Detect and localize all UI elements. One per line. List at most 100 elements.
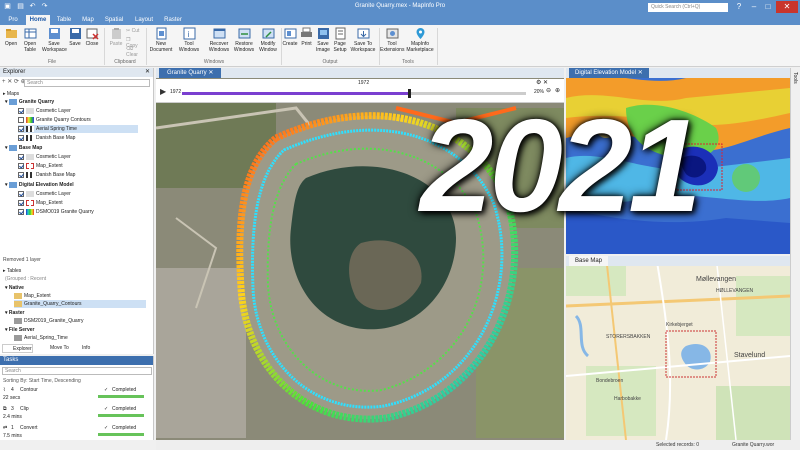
layer-item[interactable]: Cosmetic Layer: [18, 190, 71, 198]
raster-table-icon: [14, 334, 22, 341]
timeline-handle[interactable]: [408, 89, 411, 98]
dem-view-tabbar: Digital Elevation Model ✕: [566, 68, 790, 78]
table-folder-icon: [14, 300, 22, 307]
tool-windows-button[interactable]: i Tool Windows: [176, 27, 202, 53]
layer-item-selected[interactable]: Aerial Spring Time: [18, 125, 138, 133]
recover-windows-button[interactable]: Recover Windows: [207, 27, 231, 53]
layer-visibility-checkbox[interactable]: [18, 125, 24, 132]
layer-item[interactable]: Cosmetic Layer: [18, 153, 71, 161]
layer-item[interactable]: Danish Base Map: [18, 134, 75, 142]
layer-visibility-checkbox[interactable]: [18, 208, 24, 215]
timeline-settings-icon[interactable]: ⚙ ✕: [536, 79, 548, 86]
place-label: Bondebroen: [596, 378, 624, 384]
layer-visibility-checkbox[interactable]: [18, 162, 24, 169]
group-native[interactable]: ▾ Native: [5, 284, 24, 292]
open-table-button[interactable]: Open Table: [21, 27, 39, 53]
workspace-status: Granite Quarry.wor: [732, 442, 775, 448]
save-to-workspace-button[interactable]: Save To Workspace: [350, 27, 376, 53]
base-map-image: [566, 256, 790, 440]
tab-granite-quarry[interactable]: Granite Quarry ✕: [159, 68, 222, 78]
tasks-panel: Tasks Search Sorting By: Start Time, Des…: [0, 356, 154, 440]
open-button[interactable]: Open: [2, 27, 20, 47]
save-button[interactable]: Save: [68, 27, 82, 47]
paste-button[interactable]: Paste: [107, 27, 125, 47]
quick-search-input[interactable]: Quick Search (Ctrl+Q): [648, 3, 728, 12]
close-window-button[interactable]: ✕: [776, 1, 798, 13]
explorer-search-input[interactable]: Search: [24, 79, 150, 87]
cosmetic-layer-icon: [26, 107, 34, 114]
add-icon[interactable]: +: [2, 79, 6, 85]
restore-windows-button[interactable]: Restore Windows: [232, 27, 256, 53]
layer-visibility-checkbox[interactable]: [18, 190, 24, 197]
print-button[interactable]: Print: [299, 27, 314, 47]
layer-visibility-checkbox[interactable]: [18, 153, 24, 160]
cut-button[interactable]: ✂ Cut: [126, 28, 142, 34]
create-button[interactable]: Create: [282, 27, 298, 47]
layer-visibility-checkbox[interactable]: [18, 134, 24, 141]
layer-item[interactable]: Granite Quarry Contours: [18, 116, 91, 124]
completed-check-icon: ✓: [104, 425, 109, 431]
task-convert-icon: ⇄: [3, 425, 8, 431]
tool-extensions-button[interactable]: Tool Extensions: [380, 27, 404, 53]
layer-item[interactable]: Map_Extent: [18, 199, 63, 207]
tool-windows-icon: i: [183, 27, 195, 40]
map-dem[interactable]: ▾ Digital Elevation Model: [5, 181, 74, 189]
mapinfo-marketplace-button[interactable]: MapInfo Marketplace: [406, 27, 434, 53]
layer-visibility-checkbox[interactable]: [18, 171, 24, 178]
table-item[interactable]: Aerial_Spring_Time: [14, 334, 68, 342]
layer-visibility-checkbox[interactable]: [18, 116, 24, 123]
granite-quarry-view-tabbar: Granite Quarry ✕: [156, 68, 564, 78]
tasks-search-input[interactable]: Search: [2, 367, 152, 375]
tab-explorer[interactable]: Explorer: [2, 344, 33, 353]
close-button[interactable]: Close: [84, 27, 100, 47]
road-label: HØLLEVANGEN: [716, 288, 754, 294]
group-file-server[interactable]: ▾ File Server: [5, 326, 34, 334]
group-raster[interactable]: ▾ Raster: [5, 309, 24, 317]
tab-pro[interactable]: Pro: [6, 15, 20, 25]
map-base-map[interactable]: ▾ Base Map: [5, 144, 42, 152]
tab-move-to[interactable]: Move To: [40, 344, 69, 353]
completed-check-icon: ✓: [104, 406, 109, 412]
help-icon[interactable]: ?: [733, 1, 745, 13]
panel-close-icon[interactable]: ✕: [145, 68, 150, 77]
save-image-button[interactable]: Save Image: [315, 27, 331, 53]
tab-layout[interactable]: Layout: [132, 15, 156, 25]
play-icon[interactable]: ▶: [160, 87, 166, 96]
task-row[interactable]: ⧉ 3 Clip 2.4 mins ✓ Completed: [0, 405, 150, 423]
tab-table[interactable]: Table: [54, 15, 74, 25]
base-map-view[interactable]: Møllevangen HØLLEVANGEN Kirkebjerget STO…: [566, 256, 790, 440]
tab-spatial[interactable]: Spatial: [102, 15, 126, 25]
layer-visibility-checkbox[interactable]: [18, 199, 24, 206]
save-workspace-button[interactable]: Save Workspace: [42, 27, 67, 53]
table-item[interactable]: DSM2019_Granite_Quarry: [14, 317, 83, 325]
task-row[interactable]: ⇄ 1 Convert 7.5 mins ✓ Completed: [0, 424, 150, 442]
page-setup-button[interactable]: Page Setup: [332, 27, 348, 53]
tab-raster[interactable]: Raster: [162, 15, 184, 25]
layer-item[interactable]: Danish Base Map: [18, 171, 75, 179]
table-item[interactable]: Map_Extent: [14, 292, 51, 300]
layer-item[interactable]: Map_Extent: [18, 162, 63, 170]
layer-visibility-checkbox[interactable]: [18, 107, 24, 114]
tasks-title: Tasks: [0, 356, 153, 365]
table-item-selected[interactable]: Granite_Quarry_Contours: [14, 300, 146, 308]
tab-map[interactable]: Map: [80, 15, 96, 25]
tab-home[interactable]: Home: [26, 15, 50, 25]
map-granite-quarry[interactable]: ▾ Granite Quarry: [5, 98, 54, 106]
maximize-button[interactable]: □: [762, 1, 774, 13]
tab-dem[interactable]: Digital Elevation Model ✕: [569, 68, 649, 78]
layers-side-tab[interactable]: Tools: [792, 72, 798, 84]
modify-window-button[interactable]: Modify Window: [257, 27, 279, 53]
layer-item[interactable]: DSMO019 Granite Quarry: [18, 208, 94, 216]
new-document-button[interactable]: New Document: [148, 27, 174, 53]
remove-icon[interactable]: ✕: [7, 79, 12, 85]
refresh-icon[interactable]: ⟳: [14, 79, 19, 85]
minimize-button[interactable]: –: [748, 1, 760, 13]
group-clipboard-label: Clipboard: [114, 59, 136, 65]
tab-info[interactable]: Info: [72, 344, 90, 353]
right-tool-strip: Tools: [790, 68, 800, 440]
clear-button[interactable]: ⌫ Clear: [126, 46, 142, 58]
task-row[interactable]: ⌇ 4 Contour 22 secs ✓ Completed: [0, 386, 150, 404]
tab-base-map[interactable]: Base Map: [569, 256, 609, 266]
maps-header: ▸ Maps: [3, 91, 20, 97]
layer-item[interactable]: Cosmetic Layer: [18, 107, 71, 115]
